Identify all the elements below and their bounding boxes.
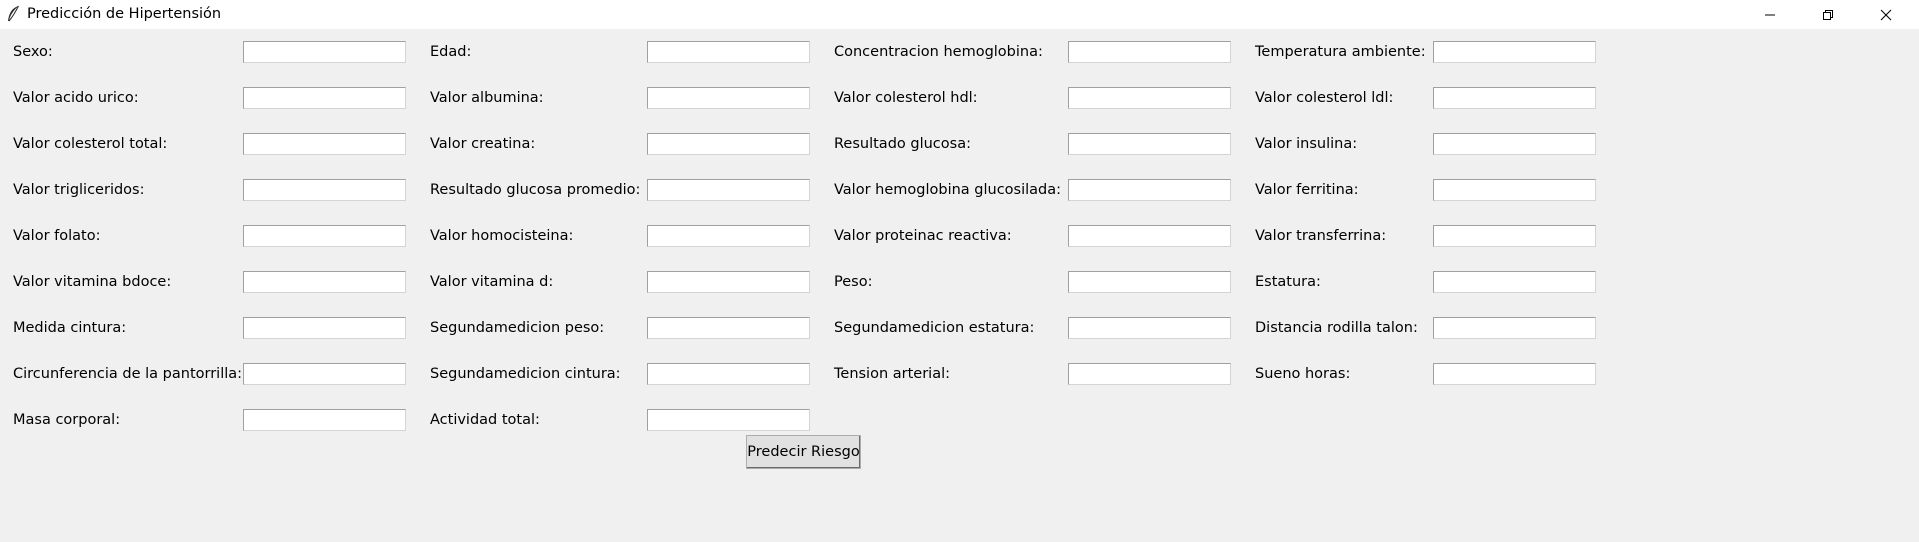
hypertension-form: Sexo: Valor acido urico: Valor colesterol … <box>0 29 1919 542</box>
field-input[interactable] <box>1433 133 1596 155</box>
restore-icon <box>1823 9 1833 20</box>
field-input[interactable] <box>1433 87 1596 109</box>
field-label: Valor colesterol hdl: <box>834 90 978 106</box>
title-bar: Predicción de Hipertensión <box>0 0 1919 29</box>
field-input[interactable] <box>243 409 406 431</box>
field-input[interactable] <box>1068 133 1231 155</box>
field-input[interactable] <box>647 179 810 201</box>
field-label: Segundamedicion cintura: <box>430 366 621 382</box>
field-input[interactable] <box>647 133 810 155</box>
field-label: Valor colesterol total: <box>13 136 168 152</box>
field-label: Valor insulina: <box>1255 136 1358 152</box>
field-input[interactable] <box>243 87 406 109</box>
field-input[interactable] <box>243 317 406 339</box>
field-label: Valor ferritina: <box>1255 182 1359 198</box>
field-label: Sueno horas: <box>1255 366 1351 382</box>
field-label: Temperatura ambiente: <box>1255 44 1426 60</box>
predict-risk-button[interactable]: Predecir Riesgo <box>746 435 861 469</box>
field-label: Valor albumina: <box>430 90 544 106</box>
field-input[interactable] <box>1068 41 1231 63</box>
field-label: Valor folato: <box>13 228 101 244</box>
field-input[interactable] <box>1068 363 1231 385</box>
field-label: Actividad total: <box>430 412 540 428</box>
window-title: Predicción de Hipertensión <box>27 6 222 22</box>
field-input[interactable] <box>1433 41 1596 63</box>
field-label: Edad: <box>430 44 472 60</box>
minimize-button[interactable] <box>1741 0 1799 29</box>
field-input[interactable] <box>1068 179 1231 201</box>
field-label: Estatura: <box>1255 274 1321 290</box>
field-label: Circunferencia de la pantorrilla: <box>13 366 243 382</box>
close-icon <box>1880 9 1892 20</box>
field-label: Distancia rodilla talon: <box>1255 320 1418 336</box>
field-label: Segundamedicion peso: <box>430 320 605 336</box>
field-label: Valor creatina: <box>430 136 536 152</box>
field-label: Tension arterial: <box>834 366 950 382</box>
field-input[interactable] <box>1433 271 1596 293</box>
field-input[interactable] <box>1068 225 1231 247</box>
field-input[interactable] <box>1433 363 1596 385</box>
field-label: Valor hemoglobina glucosilada: <box>834 182 1062 198</box>
field-input[interactable] <box>1433 179 1596 201</box>
field-label: Medida cintura: <box>13 320 127 336</box>
field-input[interactable] <box>243 271 406 293</box>
field-input[interactable] <box>647 87 810 109</box>
field-input[interactable] <box>647 271 810 293</box>
field-label: Masa corporal: <box>13 412 121 428</box>
field-input[interactable] <box>647 225 810 247</box>
field-input[interactable] <box>1433 317 1596 339</box>
field-label: Valor vitamina d: <box>430 274 554 290</box>
field-input[interactable] <box>647 363 810 385</box>
field-label: Valor colesterol ldl: <box>1255 90 1394 106</box>
restore-button[interactable] <box>1799 0 1857 29</box>
field-label: Valor homocisteina: <box>430 228 574 244</box>
field-label: Sexo: <box>13 44 53 60</box>
field-input[interactable] <box>1433 225 1596 247</box>
field-input[interactable] <box>647 409 810 431</box>
field-label: Valor acido urico: <box>13 90 139 106</box>
field-label: Valor proteinac reactiva: <box>834 228 1012 244</box>
field-input[interactable] <box>243 363 406 385</box>
field-label: Resultado glucosa promedio: <box>430 182 641 198</box>
field-label: Resultado glucosa: <box>834 136 971 152</box>
field-label: Valor vitamina bdoce: <box>13 274 172 290</box>
feather-icon <box>8 5 19 22</box>
field-input[interactable] <box>647 317 810 339</box>
field-input[interactable] <box>1068 317 1231 339</box>
field-input[interactable] <box>243 179 406 201</box>
field-label: Segundamedicion estatura: <box>834 320 1035 336</box>
field-label: Valor trigliceridos: <box>13 182 145 198</box>
field-input[interactable] <box>243 41 406 63</box>
field-input[interactable] <box>243 225 406 247</box>
field-input[interactable] <box>243 133 406 155</box>
close-button[interactable] <box>1857 0 1915 29</box>
field-label: Valor transferrina: <box>1255 228 1387 244</box>
field-input[interactable] <box>1068 87 1231 109</box>
field-input[interactable] <box>647 41 810 63</box>
field-input[interactable] <box>1068 271 1231 293</box>
field-label: Concentracion hemoglobina: <box>834 44 1043 60</box>
minimize-icon <box>1765 14 1775 15</box>
field-label: Peso: <box>834 274 873 290</box>
